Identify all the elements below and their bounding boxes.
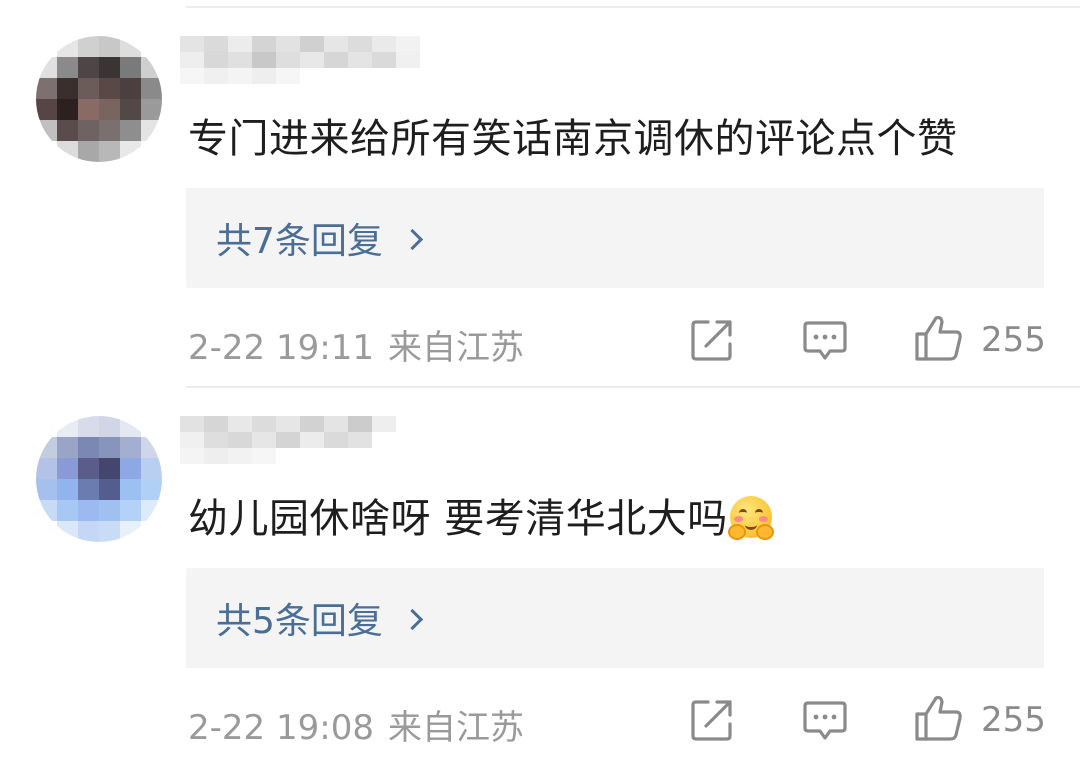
user-avatar[interactable]: [36, 36, 162, 162]
replies-link[interactable]: 共5条回复: [216, 592, 424, 644]
view-replies-button[interactable]: 共5条回复: [186, 568, 1044, 668]
comment-meta: 2-22 19:11 来自江苏: [188, 320, 524, 369]
share-button[interactable]: [690, 698, 734, 746]
view-replies-button[interactable]: 共7条回复: [186, 188, 1044, 288]
comment-item: 幼儿园休啥呀 要考清华北大吗 共5条回复 2-22 19:08 来自江苏 255: [0, 380, 1080, 760]
comment-location: 来自江苏: [387, 708, 524, 748]
comment-icon: [803, 321, 847, 360]
chevron-right-icon: [401, 608, 424, 631]
share-icon: [691, 700, 732, 741]
share-icon: [691, 320, 732, 361]
blushing-hug-emoji: [727, 496, 774, 540]
like-count: 255: [981, 320, 1046, 360]
username-blurred[interactable]: [180, 36, 430, 84]
like-button[interactable]: [914, 314, 964, 366]
comment-icon: [803, 701, 847, 740]
comment-time: 2-22 19:08: [188, 708, 374, 748]
replies-count-label: 共7条回复: [216, 221, 383, 262]
comment-item: 专门进来给所有笑话南京调休的评论点个赞 共7条回复 2-22 19:11 来自江苏…: [0, 0, 1080, 380]
comment-content: 幼儿园休啥呀 要考清华北大吗: [188, 486, 774, 544]
comment-button[interactable]: [803, 700, 847, 746]
comment-location: 来自江苏: [387, 328, 524, 368]
thumbs-up-icon: [915, 315, 962, 361]
username-blurred[interactable]: [180, 416, 430, 464]
comment-time: 2-22 19:11: [188, 328, 374, 368]
like-count: 255: [981, 700, 1046, 740]
user-avatar[interactable]: [36, 416, 162, 542]
replies-count-label: 共5条回复: [216, 601, 383, 642]
comment-text: 专门进来给所有笑话南京调休的评论点个赞: [188, 116, 958, 162]
comment-meta: 2-22 19:08 来自江苏: [188, 700, 524, 749]
comment-text: 幼儿园休啥呀 要考清华北大吗: [188, 496, 728, 542]
chevron-right-icon: [401, 228, 424, 251]
share-button[interactable]: [690, 318, 734, 366]
replies-link[interactable]: 共7条回复: [216, 212, 424, 264]
like-button[interactable]: [914, 694, 964, 746]
comment-button[interactable]: [803, 320, 847, 366]
thumbs-up-icon: [915, 695, 962, 741]
